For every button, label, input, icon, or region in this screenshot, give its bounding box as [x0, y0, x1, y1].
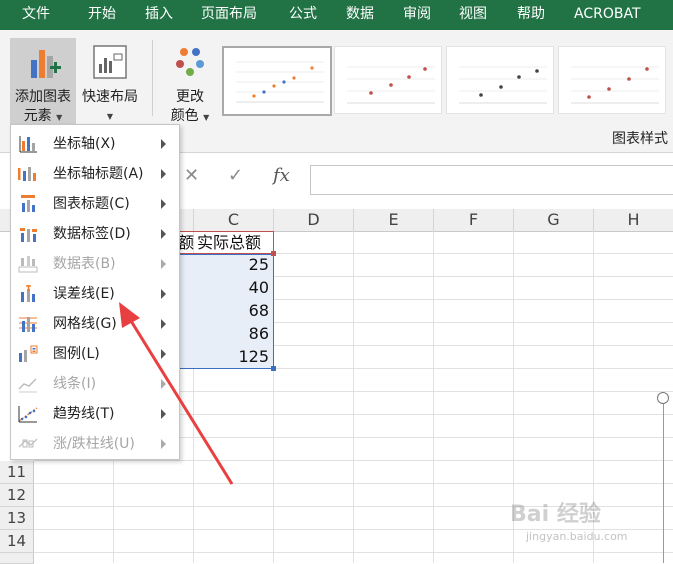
annotation-arrow-icon — [119, 302, 234, 485]
